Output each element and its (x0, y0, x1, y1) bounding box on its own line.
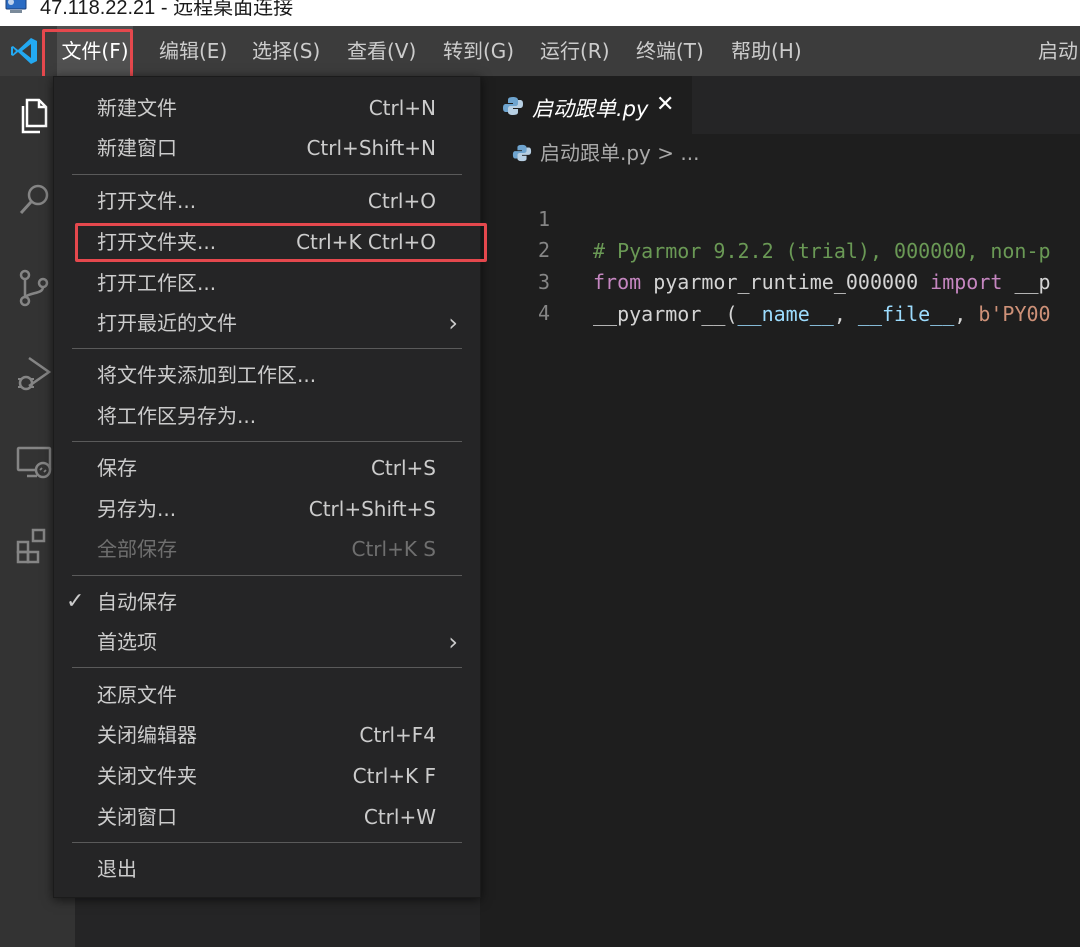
checkmark-icon: ✓ (66, 589, 85, 614)
menu-item-save[interactable]: 保存 Ctrl+S (54, 448, 480, 488)
file-menu-dropdown: 新建文件 Ctrl+N 新建窗口 Ctrl+Shift+N 打开文件... Ctrl+… (53, 76, 481, 898)
python-icon (503, 97, 523, 115)
menu-go[interactable]: 转到(G) (443, 26, 514, 76)
menu-item-close-window[interactable]: 关闭窗口 Ctrl+W (54, 797, 480, 837)
explorer-icon[interactable] (13, 94, 57, 138)
code-punct: , (833, 302, 858, 326)
remote-desktop-title: 47.118.22.21 - 远程桌面连接 (40, 0, 294, 19)
vscode-logo-icon (11, 38, 37, 64)
window-title: 启动 (1038, 39, 1078, 63)
menu-item-open-workspace[interactable]: 打开工作区... (54, 263, 480, 303)
remote-explorer-icon[interactable] (13, 440, 57, 484)
python-icon (512, 144, 532, 162)
breadcrumb-rest[interactable]: > ... (657, 141, 699, 165)
tab-label: 启动跟单.py (532, 97, 649, 121)
menu-edit[interactable]: 编辑(E) (159, 26, 227, 76)
code-line[interactable]: 3 __pyarmor__(__name__, __file__, b'PY00 (480, 234, 1080, 326)
menu-item-revert-file[interactable]: 还原文件 (54, 675, 480, 715)
menu-item-open-recent[interactable]: 打开最近的文件 › (54, 303, 480, 343)
line-number: 4 (537, 301, 550, 325)
menu-selection[interactable]: 选择(S) (252, 26, 320, 76)
menu-separator (72, 174, 462, 175)
menu-separator (72, 842, 462, 843)
code-string: b'PY00 (978, 302, 1051, 326)
menu-terminal[interactable]: 终端(T) (636, 26, 704, 76)
search-icon[interactable] (13, 178, 57, 222)
close-icon[interactable]: ✕ (656, 93, 674, 117)
menu-help[interactable]: 帮助(H) (731, 26, 802, 76)
menu-item-save-workspace-as[interactable]: 将工作区另存为... (54, 396, 480, 436)
menu-item-save-as[interactable]: 另存为... Ctrl+Shift+S (54, 489, 480, 529)
remote-desktop-titlebar: 47.118.22.21 - 远程桌面连接 (0, 0, 1080, 26)
menu-separator (72, 575, 462, 576)
menu-item-auto-save[interactable]: ✓ 自动保存 (54, 582, 480, 622)
menu-item-open-file[interactable]: 打开文件... Ctrl+O (54, 181, 480, 221)
breadcrumb: 启动跟单.py > ... (512, 139, 699, 167)
menu-separator (72, 441, 462, 442)
code-line[interactable]: 4 (480, 265, 1080, 325)
menu-run[interactable]: 运行(R) (540, 26, 610, 76)
menu-item-new-window[interactable]: 新建窗口 Ctrl+Shift+N (54, 128, 480, 168)
menu-item-close-editor[interactable]: 关闭编辑器 Ctrl+F4 (54, 715, 480, 755)
extensions-icon[interactable] (13, 524, 57, 568)
code-line[interactable]: 2 from pyarmor_runtime_000000 import __p (480, 202, 1080, 294)
code-line[interactable]: 1 # Pyarmor 9.2.2 (trial), 000000, non-p (480, 171, 1080, 263)
menu-file[interactable]: 文件(F) (57, 26, 133, 76)
remote-desktop-icon (5, 0, 27, 13)
tab-bar: 启动跟单.py ✕ (480, 76, 1080, 134)
breadcrumb-file[interactable]: 启动跟单.py (540, 141, 651, 165)
menu-item-open-folder[interactable]: 打开文件夹... Ctrl+K Ctrl+O (54, 222, 480, 262)
menu-bar: 文件(F) 编辑(E) 选择(S) 查看(V) 转到(G) 运行(R) 终端(T… (0, 26, 1080, 80)
menu-item-add-folder-to-workspace[interactable]: 将文件夹添加到工作区... (54, 355, 480, 395)
menu-item-new-file[interactable]: 新建文件 Ctrl+N (54, 88, 480, 128)
code-variable: __name__ (737, 302, 834, 326)
menu-item-close-folder[interactable]: 关闭文件夹 Ctrl+K F (54, 756, 480, 796)
source-control-icon[interactable] (13, 266, 57, 310)
run-debug-icon[interactable] (13, 352, 57, 396)
chevron-right-icon: › (448, 309, 458, 337)
editor-area: 启动跟单.py ✕ 启动跟单.py > ... 1 # Pyarmor 9.2.… (480, 76, 1080, 947)
menu-item-save-all: 全部保存 Ctrl+K S (97, 537, 436, 561)
code-variable: __file__ (857, 302, 955, 326)
menu-item-preferences[interactable]: 首选项 › (54, 622, 480, 662)
tab-editor-file[interactable]: 启动跟单.py ✕ (480, 76, 692, 134)
menu-view[interactable]: 查看(V) (347, 26, 416, 76)
menu-separator (72, 348, 462, 349)
chevron-right-icon: › (448, 628, 458, 656)
code-punct: , (954, 302, 979, 326)
menu-separator (72, 667, 462, 668)
menu-item-exit[interactable]: 退出 (54, 849, 480, 889)
code-call: __pyarmor__( (593, 302, 738, 326)
